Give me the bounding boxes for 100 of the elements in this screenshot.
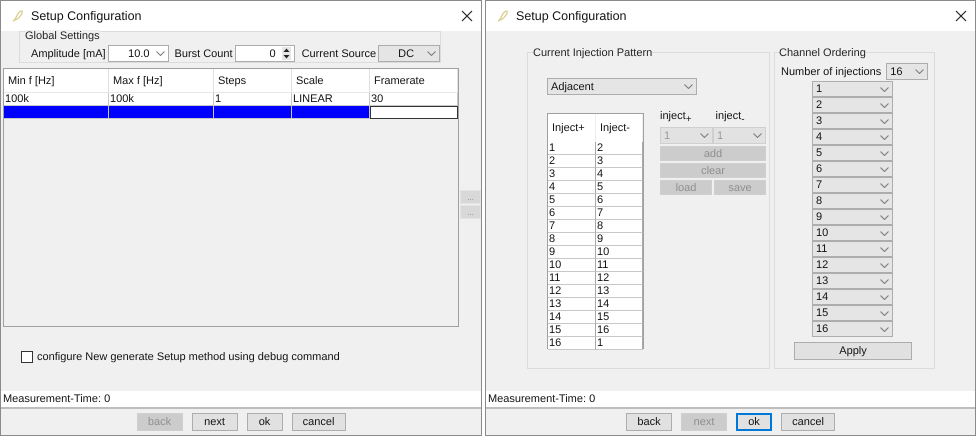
dialog-button[interactable]: cancel	[781, 413, 835, 431]
table-cell: 10	[596, 246, 643, 259]
caret-icon	[753, 133, 762, 138]
spinner-icon	[282, 47, 291, 60]
caret-icon	[156, 51, 164, 56]
channel-dropdown[interactable]: 3	[812, 113, 893, 129]
table-cell[interactable]: 100k	[4, 93, 109, 106]
channel-dropdown[interactable]: 12	[812, 257, 893, 273]
table-cell: 10	[548, 259, 596, 272]
table-cell: 1	[596, 337, 643, 350]
caret-icon	[684, 84, 693, 89]
table-cell: 16	[596, 324, 643, 337]
caret-icon	[700, 133, 709, 138]
column-header[interactable]: Max f [Hz]	[109, 69, 214, 93]
table-cell: 9	[596, 233, 643, 246]
table-cell[interactable]: 100k	[109, 93, 214, 106]
column-header[interactable]: Min f [Hz]	[4, 69, 109, 93]
caret-icon	[915, 69, 924, 74]
amplitude-dropdown[interactable]: 10.0	[108, 45, 168, 62]
channel-dropdown[interactable]: 14	[812, 289, 893, 305]
table-cell: 2	[596, 142, 643, 155]
channel-dropdown[interactable]: 11	[812, 241, 893, 257]
caret-icon	[880, 198, 889, 204]
table-cell: 15	[548, 324, 596, 337]
table-cell[interactable]	[292, 106, 370, 119]
caret-icon	[427, 51, 436, 56]
caret-icon	[880, 262, 889, 268]
window-title: Setup Configuration	[31, 9, 142, 23]
column-header[interactable]: Steps	[214, 69, 292, 93]
table-cell: 3	[596, 155, 643, 168]
column-header[interactable]: Framerate	[370, 69, 458, 93]
table-cell: 4	[548, 181, 596, 194]
pattern-dropdown[interactable]: Adjacent	[547, 78, 697, 95]
group-title: Global Settings	[25, 30, 100, 42]
burst-count-spinbox[interactable]: 0	[234, 45, 295, 62]
table-cell: 9	[548, 246, 596, 259]
channel-dropdown[interactable]: 2	[812, 97, 893, 113]
status-bar: Measurement-Time: 0	[486, 391, 975, 409]
table-cell[interactable]	[370, 106, 458, 119]
group-title: Channel Ordering	[779, 47, 866, 59]
channel-dropdown[interactable]: 4	[812, 129, 893, 145]
table-cell: 16	[548, 337, 596, 350]
table-cell: 7	[596, 207, 643, 220]
column-header[interactable]: Inject-	[596, 114, 643, 142]
table-cell: 6	[596, 194, 643, 207]
table-cell: 5	[596, 181, 643, 194]
caret-icon	[880, 310, 889, 316]
channel-dropdown[interactable]: 5	[812, 145, 893, 161]
caret-icon	[880, 294, 889, 300]
close-icon[interactable]	[955, 10, 967, 22]
caret-icon	[880, 102, 889, 108]
table-cell[interactable]: 1	[214, 93, 292, 106]
apply-button[interactable]: Apply	[794, 342, 912, 360]
group-title: Current Injection Pattern	[533, 47, 652, 59]
table-cell[interactable]	[4, 106, 109, 119]
field-label: Burst Count	[174, 48, 233, 60]
table-cell: 8	[548, 233, 596, 246]
channel-dropdown[interactable]: 10	[812, 225, 893, 241]
channel-dropdown[interactable]: 8	[812, 193, 893, 209]
table-cell: 5	[548, 194, 596, 207]
table-cell: 11	[596, 259, 643, 272]
caret-icon	[880, 182, 889, 188]
table-cell: 14	[596, 298, 643, 311]
window-title: Setup Configuration	[516, 9, 628, 23]
caret-icon	[880, 246, 889, 252]
table-cell[interactable]	[109, 106, 214, 119]
caret-icon	[880, 166, 889, 172]
channel-dropdown[interactable]: 6	[812, 161, 893, 177]
caret-icon	[880, 278, 889, 284]
caret-icon	[880, 326, 889, 332]
dialog-button[interactable]: next	[192, 413, 238, 431]
channel-dropdown[interactable]: 1	[812, 81, 893, 97]
field-label: Number of injections	[781, 66, 882, 78]
channel-dropdown[interactable]: 13	[812, 273, 893, 289]
checkbox-label: configure New generate Setup method using debug command	[37, 351, 340, 363]
dialog-button[interactable]: cancel	[292, 413, 346, 431]
table-cell: 8	[596, 220, 643, 233]
table-cell: 6	[548, 207, 596, 220]
column-header[interactable]: Scale	[292, 69, 370, 93]
column-header[interactable]: Inject+	[548, 114, 596, 142]
dialog-button[interactable]: back	[626, 413, 672, 431]
channel-dropdown[interactable]: 9	[812, 209, 893, 225]
table-cell[interactable]: 30	[370, 93, 458, 106]
channel-dropdown[interactable]: 7	[812, 177, 893, 193]
dialog-button[interactable]: ok	[246, 413, 282, 431]
table-cell: 4	[596, 168, 643, 181]
caret-icon	[880, 230, 889, 236]
caret-icon	[880, 150, 889, 156]
caret-icon	[880, 134, 889, 140]
table-cell: 11	[548, 272, 596, 285]
table-cell[interactable]: LINEAR	[292, 93, 370, 106]
table-cell[interactable]	[214, 106, 292, 119]
checkbox[interactable]	[21, 351, 33, 363]
dialog-button[interactable]: ok	[736, 413, 772, 431]
table-cell: 12	[596, 272, 643, 285]
channel-dropdown[interactable]: 16	[812, 321, 893, 337]
close-icon[interactable]	[461, 10, 473, 22]
table-cell: 14	[548, 311, 596, 324]
channel-dropdown[interactable]: 15	[812, 305, 893, 321]
injections-dropdown[interactable]: 16	[886, 63, 928, 80]
